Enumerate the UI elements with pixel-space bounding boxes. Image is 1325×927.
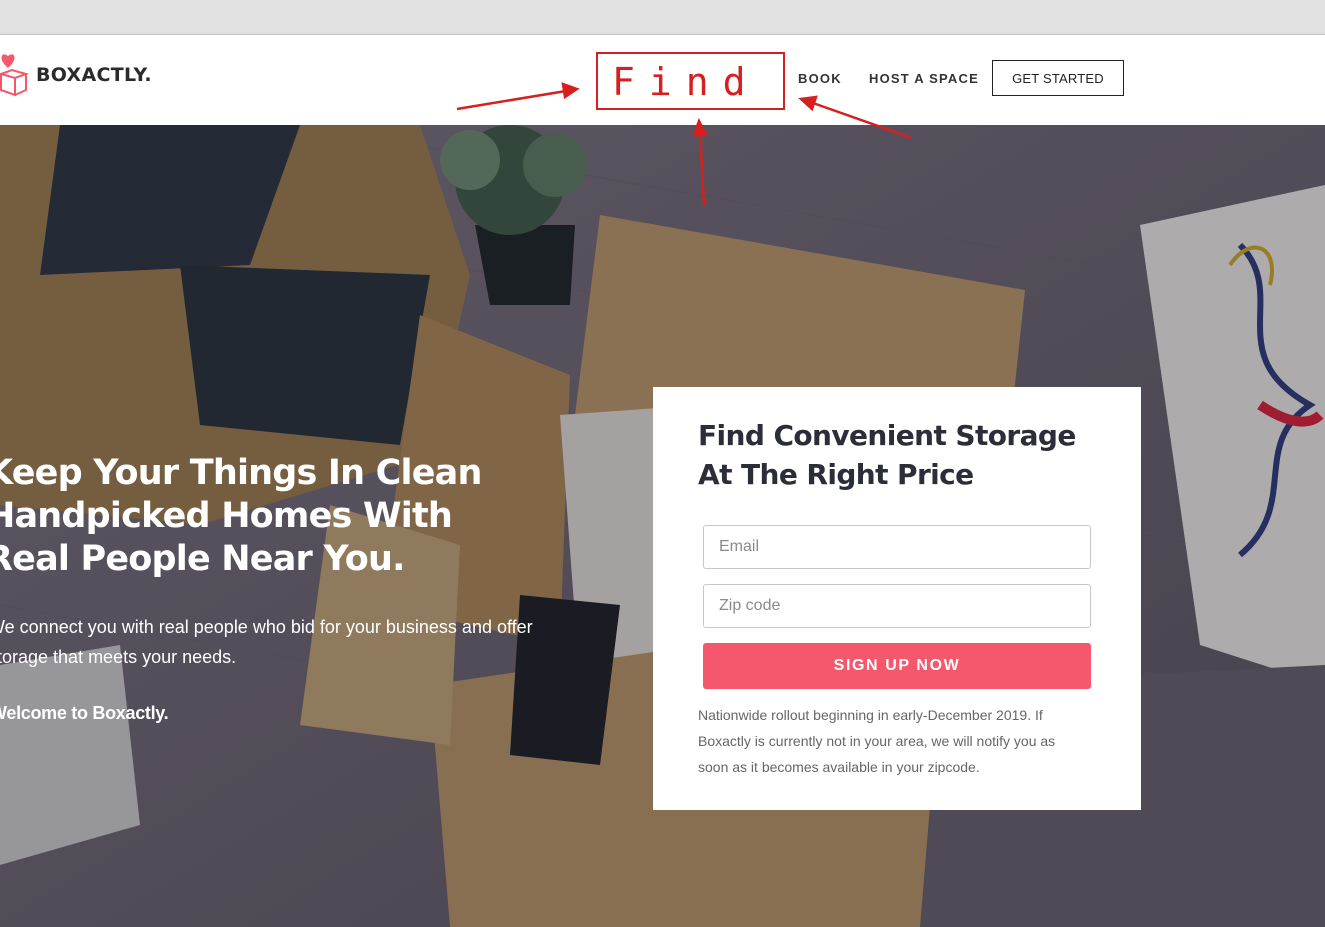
get-started-button[interactable]: GET STARTED bbox=[992, 60, 1124, 96]
hero-subtext: We connect you with real people who bid … bbox=[0, 617, 533, 667]
hero-welcome-text: Welcome to Boxactly. bbox=[0, 703, 169, 723]
nav-book-link[interactable]: BOOK bbox=[798, 71, 842, 86]
hero-heading: Keep Your Things In Clean Handpicked Hom… bbox=[0, 453, 482, 579]
signup-card-title: Find Convenient Storage At The Right Pri… bbox=[698, 419, 1076, 491]
sign-up-now-button[interactable]: SIGN UP NOW bbox=[703, 643, 1091, 689]
brand-name: BOXACTLY. bbox=[36, 64, 152, 86]
signup-card: Find Convenient Storage At The Right Pri… bbox=[653, 387, 1141, 810]
nav-host-a-space-link[interactable]: HOST A SPACE bbox=[869, 71, 979, 86]
zip-code-field[interactable] bbox=[703, 584, 1091, 628]
email-field[interactable] bbox=[703, 525, 1091, 569]
brand-logo[interactable]: BOXACTLY. bbox=[0, 52, 152, 98]
browser-top-bar bbox=[0, 0, 1325, 35]
annotation-find-text: Find bbox=[612, 60, 760, 104]
rollout-note: Nationwide rollout beginning in early-De… bbox=[698, 707, 1056, 775]
heart-box-logo-icon bbox=[0, 54, 30, 97]
